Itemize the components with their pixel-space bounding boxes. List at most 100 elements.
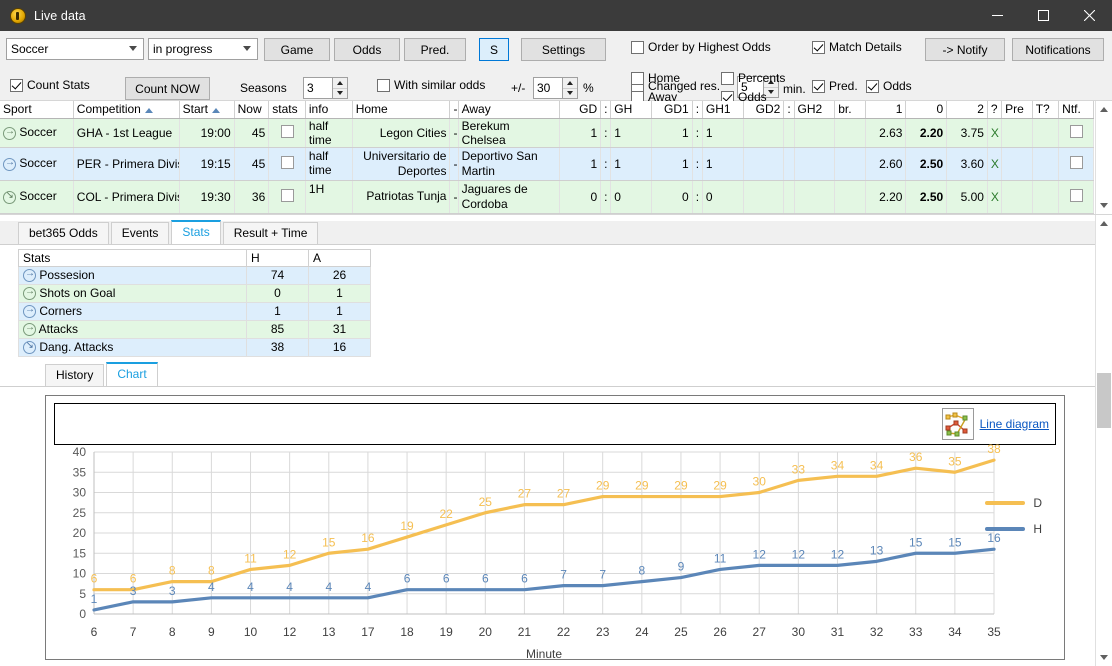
game-button[interactable]: Game (264, 38, 330, 61)
expand-arrow-icon[interactable] (23, 305, 36, 318)
settings-button[interactable]: Settings (521, 38, 606, 61)
expand-arrow-icon[interactable] (23, 323, 36, 336)
collapse-arrow-icon[interactable] (3, 191, 16, 204)
col-now[interactable]: Now (234, 101, 269, 118)
spin-down-icon[interactable] (333, 89, 347, 99)
stats-row[interactable]: Attacks 85 31 (19, 320, 371, 338)
with-similar-odds-checkbox[interactable]: With similar odds (377, 78, 485, 92)
scroll-down-icon[interactable] (1096, 197, 1112, 214)
col-home[interactable]: Home (352, 101, 450, 118)
stats-row[interactable]: Possesion 74 26 (19, 266, 371, 284)
stats-row[interactable]: Dang. Attacks 38 16 (19, 338, 371, 356)
col-colon-2[interactable]: : (692, 101, 702, 118)
line-diagram-control[interactable]: Line diagram (942, 408, 1049, 440)
match-details-checkbox[interactable]: Match Details (812, 40, 902, 54)
scrollbar-thumb[interactable] (1097, 373, 1111, 427)
tab-stats[interactable]: Stats (171, 220, 220, 244)
col-odds-2[interactable]: 2 (947, 101, 988, 118)
stats-col-name[interactable]: Stats (19, 249, 247, 266)
col-odds-0[interactable]: 0 (906, 101, 947, 118)
col-gh[interactable]: GH (611, 101, 652, 118)
col-gh2[interactable]: GH2 (794, 101, 835, 118)
line-diagram-link[interactable]: Line diagram (980, 417, 1049, 431)
pred-button[interactable]: Pred. (404, 38, 466, 61)
row-checkbox[interactable] (281, 156, 294, 169)
s-button[interactable]: S (479, 38, 509, 61)
col-gd1[interactable]: GD1 (652, 101, 693, 118)
col-colon-1[interactable]: : (601, 101, 611, 118)
col-competition[interactable]: Competition (73, 101, 179, 118)
count-now-button[interactable]: Count NOW (125, 77, 210, 100)
plus-minus-stepper[interactable] (533, 77, 578, 99)
notify-checkbox[interactable] (1070, 125, 1083, 138)
home-checkbox[interactable]: Home (631, 71, 680, 85)
spin-down-icon[interactable] (563, 89, 577, 99)
seasons-stepper[interactable] (303, 77, 348, 99)
col-start[interactable]: Start (179, 101, 234, 118)
expand-arrow-icon[interactable] (3, 127, 16, 140)
col-gd2[interactable]: GD2 (743, 101, 784, 118)
col-sport[interactable]: Sport (0, 101, 73, 118)
expand-arrow-icon[interactable] (3, 158, 16, 171)
stats-col-home[interactable]: H (247, 249, 309, 266)
stats-col-away[interactable]: A (309, 249, 371, 266)
table-row[interactable]: Soccer PER - Primera Division 19:15 45 h… (0, 147, 1094, 180)
minimize-icon[interactable] (974, 0, 1020, 31)
col-t[interactable]: T? (1032, 101, 1058, 118)
cell-ntf-checkbox[interactable] (1059, 180, 1094, 213)
notifications-button[interactable]: Notifications (1012, 38, 1104, 61)
notify-button[interactable]: -> Notify (925, 38, 1005, 61)
seasons-input[interactable] (303, 77, 332, 99)
col-gh1[interactable]: GH1 (702, 101, 743, 118)
plus-minus-input[interactable] (533, 77, 562, 99)
spin-up-icon[interactable] (333, 78, 347, 89)
detail-scrollbar[interactable] (1095, 215, 1112, 666)
expand-arrow-icon[interactable] (23, 269, 36, 282)
order-by-highest-odds-checkbox[interactable]: Order by Highest Odds (631, 40, 771, 54)
maximize-icon[interactable] (1020, 0, 1066, 31)
col-pred[interactable]: Pre (1002, 101, 1033, 118)
expand-arrow-icon[interactable] (23, 287, 36, 300)
close-icon[interactable] (1066, 0, 1112, 31)
match-grid-scrollbar[interactable] (1095, 101, 1112, 214)
col-br[interactable]: br. (835, 101, 866, 118)
stats-row[interactable]: Corners 1 1 (19, 302, 371, 320)
scroll-up-icon[interactable] (1096, 215, 1112, 232)
row-checkbox[interactable] (281, 189, 294, 202)
cell-stats-checkbox[interactable] (269, 147, 306, 180)
col-odds-1[interactable]: 1 (865, 101, 906, 118)
odds-button[interactable]: Odds (334, 38, 400, 61)
percents-checkbox[interactable]: Percents (721, 71, 785, 85)
notify-checkbox[interactable] (1070, 189, 1083, 202)
stats-row[interactable]: Shots on Goal 0 1 (19, 284, 371, 302)
col-gd[interactable]: GD (560, 101, 601, 118)
seasons-spin-buttons[interactable] (332, 77, 348, 99)
cell-stats-checkbox[interactable] (269, 180, 306, 213)
col-separator[interactable]: - (450, 101, 458, 118)
sport-select[interactable]: Soccer (6, 38, 144, 60)
row-checkbox[interactable] (281, 125, 294, 138)
notify-checkbox[interactable] (1070, 156, 1083, 169)
scroll-up-icon[interactable] (1096, 101, 1112, 118)
cell-ntf-checkbox[interactable] (1059, 118, 1094, 147)
cell-ntf-checkbox[interactable] (1059, 147, 1094, 180)
cell-stats-checkbox[interactable] (269, 118, 306, 147)
scrollbar-track[interactable] (1096, 118, 1112, 197)
collapse-arrow-icon[interactable] (23, 341, 36, 354)
count-stats-checkbox[interactable]: Count Stats (10, 78, 90, 92)
col-info[interactable]: info (305, 101, 352, 118)
tab-bet365-odds[interactable]: bet365 Odds (18, 222, 109, 244)
status-select[interactable]: in progress (148, 38, 258, 60)
tab-events[interactable]: Events (111, 222, 170, 244)
plus-minus-spin-buttons[interactable] (562, 77, 578, 99)
spin-up-icon[interactable] (563, 78, 577, 89)
col-colon-3[interactable]: : (784, 101, 794, 118)
scroll-down-icon[interactable] (1096, 649, 1112, 666)
col-ntf[interactable]: Ntf. (1059, 101, 1094, 118)
scrollbar-track[interactable] (1096, 232, 1112, 650)
tab-history[interactable]: History (45, 364, 104, 386)
table-row[interactable]: Soccer COL - Primera Division 19:30 36 1… (0, 180, 1094, 213)
col-question[interactable]: ? (987, 101, 1001, 118)
tab-chart[interactable]: Chart (106, 362, 157, 386)
col-stats[interactable]: stats (269, 101, 306, 118)
